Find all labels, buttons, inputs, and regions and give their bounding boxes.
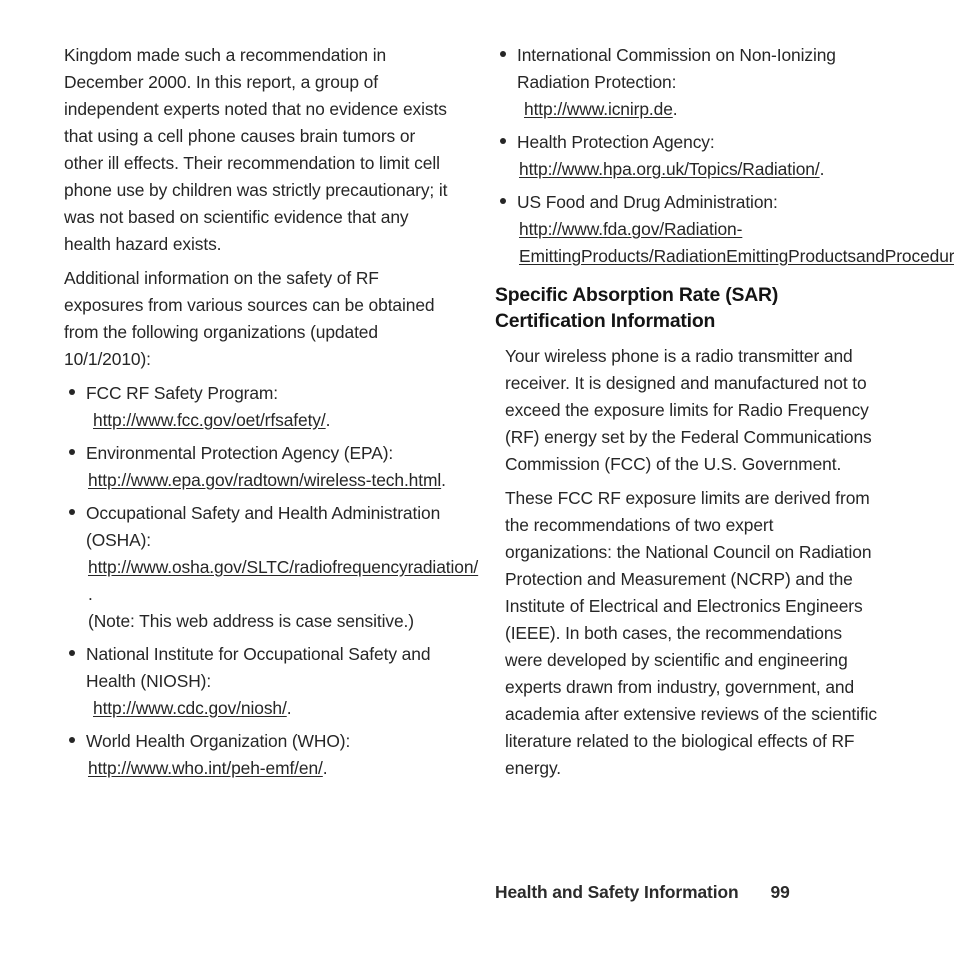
bullet-dot-icon — [69, 737, 75, 743]
paragraph: Additional information on the safety of … — [64, 268, 435, 369]
list-item-label: National Institute for Occupational Safe… — [86, 644, 431, 691]
trailing-punctuation: . — [88, 584, 93, 604]
trailing-punctuation: . — [286, 698, 292, 718]
trailing-punctuation: . — [322, 758, 328, 778]
list-item-label: Occupational Safety and Health Administr… — [86, 503, 441, 550]
list-item-url-line: http://www.epa.gov/radtown/wireless-tech… — [86, 467, 449, 494]
external-link[interactable]: http://www.osha.gov/SLTC/radiofrequencyr… — [88, 557, 478, 577]
list-item-url-line: http://www.osha.gov/SLTC/radiofrequencyr… — [86, 554, 478, 581]
list-item-label: US Food and Drug Administration: — [517, 192, 778, 212]
external-link[interactable]: http://www.icnirp.de — [524, 99, 673, 119]
external-link[interactable]: http://www.fda.gov/Radiation-EmittingPro… — [519, 219, 954, 266]
right-text-column: International Commission on Non-Ionizing… — [495, 42, 954, 789]
list-item: World Health Organization (WHO): http://… — [64, 728, 449, 782]
paragraph: These FCC RF exposure limits are derived… — [505, 488, 877, 778]
external-link[interactable]: http://www.who.int/peh-emf/en/ — [88, 758, 323, 778]
list-item: FCC RF Safety Program: http://www.fcc.go… — [64, 380, 449, 434]
list-item: National Institute for Occupational Safe… — [64, 641, 449, 722]
section-heading: Specific Absorption Rate (SAR) Certifica… — [495, 284, 779, 332]
list-item-label: International Commission on Non-Ionizing… — [517, 45, 836, 92]
list-item: International Commission on Non-Ionizing… — [495, 42, 880, 123]
paragraph: Your wireless phone is a radio transmitt… — [505, 346, 872, 474]
list-item-label: Environmental Protection Agency (EPA): — [86, 443, 394, 463]
footer-title: Health and Safety Information — [495, 882, 739, 902]
list-item-url-line: http://www.hpa.org.uk/Topics/Radiation/. — [517, 156, 880, 183]
list-item-url-line: http://www.fcc.gov/oet/rfsafety/. — [86, 407, 449, 434]
list-item-url-line: http://www.cdc.gov/niosh/. — [86, 695, 449, 722]
external-link[interactable]: http://www.hpa.org.uk/Topics/Radiation/ — [519, 159, 820, 179]
list-item: US Food and Drug Administration: http://… — [495, 189, 954, 270]
list-item-label: World Health Organization (WHO): — [86, 731, 351, 751]
list-item: Environmental Protection Agency (EPA): h… — [64, 440, 449, 494]
list-item-url-line: http://www.who.int/peh-emf/en/. — [86, 755, 449, 782]
bullet-dot-icon — [69, 389, 75, 395]
trailing-punctuation: . — [672, 99, 678, 119]
list-item-url-line: http://www.fda.gov/Radiation-EmittingPro… — [517, 216, 954, 270]
bullet-dot-icon — [500, 51, 506, 57]
bullet-dot-icon — [500, 198, 506, 204]
list-item-note: (Note: This web address is case sensitiv… — [88, 611, 414, 631]
trailing-punctuation: . — [325, 410, 331, 430]
external-link[interactable]: http://www.fcc.gov/oet/rfsafety/ — [93, 410, 326, 430]
list-item: Occupational Safety and Health Administr… — [64, 500, 478, 635]
paragraph: Kingdom made such a recommendation in De… — [64, 45, 448, 254]
bullet-dot-icon — [69, 650, 75, 656]
external-link[interactable]: http://www.cdc.gov/niosh/ — [93, 698, 287, 718]
page-footer: Health and Safety Information 99 — [495, 880, 895, 904]
list-item-url-line: http://www.icnirp.de. — [517, 96, 880, 123]
left-text-column: Kingdom made such a recommendation in De… — [64, 42, 478, 788]
trailing-punctuation: . — [819, 159, 825, 179]
document-page: Kingdom made such a recommendation in De… — [0, 0, 954, 954]
bullet-dot-icon — [69, 509, 75, 515]
trailing-punctuation: . — [441, 470, 446, 490]
bullet-dot-icon — [500, 138, 506, 144]
list-item-label: FCC RF Safety Program: — [86, 383, 279, 403]
external-link[interactable]: http://www.epa.gov/radtown/wireless-tech… — [88, 470, 441, 490]
list-item: Health Protection Agency: http://www.hpa… — [495, 129, 880, 183]
list-item-label: Health Protection Agency: — [517, 132, 715, 152]
bullet-dot-icon — [69, 449, 75, 455]
page-number: 99 — [770, 882, 790, 902]
